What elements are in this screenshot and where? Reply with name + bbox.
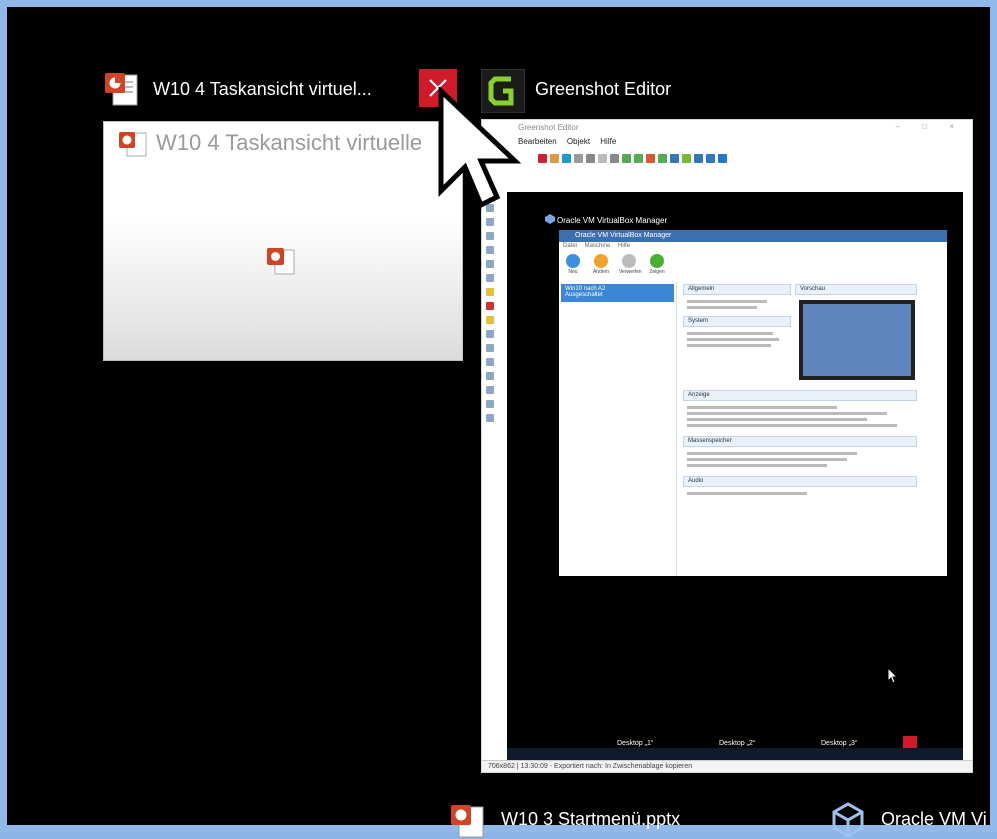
vb-vm-item: Win10 nach A2 Ausgeschaltet: [561, 284, 674, 302]
vb-section: System: [683, 316, 791, 327]
window-title-virtualbox[interactable]: Oracle VM Vi: [881, 809, 987, 830]
window-title-startmenu[interactable]: W10 3 Startmenü.pptx: [501, 809, 680, 830]
powerpoint-icon: [119, 132, 147, 157]
captured-virtualbox-window: Oracle VM VirtualBox Manager Datei Masch…: [559, 230, 947, 576]
vb-menu: Datei Maschine Hilfe: [563, 243, 631, 249]
vb-section: Anzeige: [683, 390, 917, 401]
vb-tool-edit: Ändern: [591, 254, 611, 278]
vb-section: Massenspeicher: [683, 436, 917, 447]
vb-preview: [799, 300, 915, 380]
captured-window-caption: Oracle VM VirtualBox Manager: [557, 216, 668, 225]
vb-section: Audio: [683, 476, 917, 487]
window-thumbnail-greenshot[interactable]: Greenshot Editor – □ × Bearbeiten Objekt…: [481, 119, 973, 773]
greenshot-menu: Bearbeiten Objekt Hilfe: [518, 137, 617, 146]
vb-toolbar: Neu Ändern Verwerfen Zeigen: [559, 252, 947, 280]
virtualbox-icon: [832, 802, 864, 838]
task-view: W10 4 Taskansicht virtuel... W10 4 Taska…: [0, 0, 997, 838]
window-title-greenshot[interactable]: Greenshot Editor: [535, 79, 671, 100]
mouse-cursor-icon: [887, 667, 899, 684]
virtual-desktop-label: Desktop „2“: [719, 740, 756, 747]
thumbnail-caption: W10 4 Taskansicht virtuelle: [156, 130, 423, 155]
greenshot-toolbar: [538, 152, 838, 166]
mouse-cursor-icon: [438, 87, 522, 209]
vb-tool-show: Zeigen: [647, 254, 667, 278]
virtual-desktop-label: Desktop „3“: [821, 740, 858, 747]
window-controls: – □ ×: [895, 122, 964, 131]
virtualbox-icon: [545, 214, 555, 224]
vb-details-pane: Allgemein System Vorschau Anzeige Massen…: [681, 282, 945, 572]
vb-section: Allgemein: [683, 284, 791, 295]
vb-tool-new: Neu: [563, 254, 583, 278]
vb-section: Vorschau: [795, 284, 917, 295]
greenshot-tool-strip: [486, 190, 498, 540]
vb-title: Oracle VM VirtualBox Manager: [559, 230, 947, 242]
powerpoint-icon: [105, 73, 138, 106]
powerpoint-icon: [451, 805, 484, 838]
vb-vm-list: Win10 nach A2 Ausgeschaltet: [559, 282, 677, 576]
powerpoint-icon: [267, 248, 295, 275]
virtual-desktop-label: Desktop „1“: [617, 740, 654, 747]
window-title-powerpoint[interactable]: W10 4 Taskansicht virtuel...: [153, 79, 372, 100]
window-thumbnail-powerpoint[interactable]: W10 4 Taskansicht virtuelle: [103, 121, 463, 361]
vb-tool-discard: Verwerfen: [619, 254, 642, 278]
greenshot-status-bar: 706x862 | 13:30:09 - Exportiert nach: In…: [482, 760, 972, 772]
